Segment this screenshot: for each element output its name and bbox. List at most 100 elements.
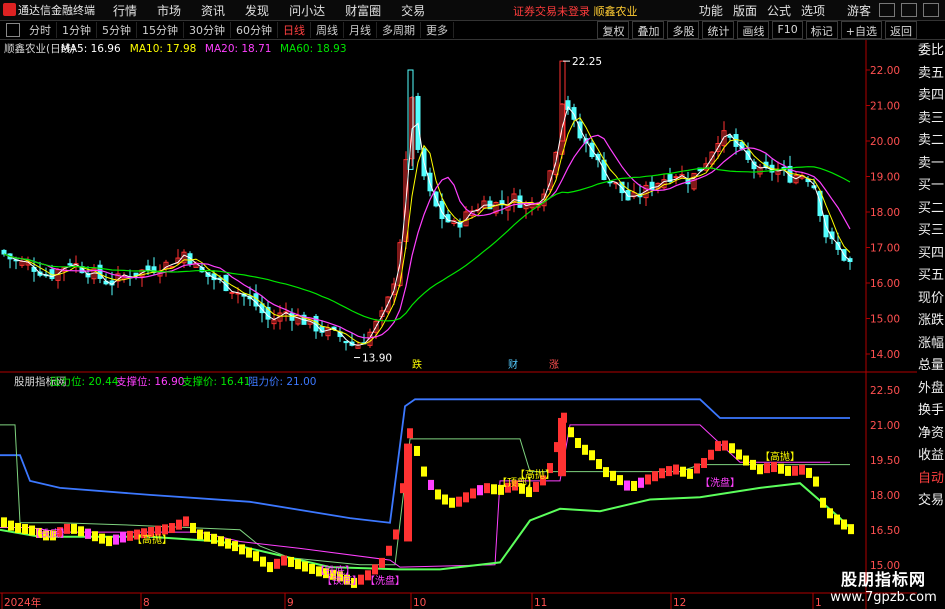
ind-block: [281, 555, 287, 566]
ind-block: [197, 529, 203, 540]
ind-block: [694, 463, 700, 474]
ind-tick-0: 22.50: [870, 385, 900, 397]
side-field-15[interactable]: 外盘: [917, 378, 945, 401]
side-field-2[interactable]: 卖四: [917, 85, 945, 108]
tool-3[interactable]: 统计: [702, 21, 735, 39]
ind-block: [239, 544, 245, 555]
top-menu-2[interactable]: 公式: [767, 2, 791, 19]
side-field-6[interactable]: 买一: [917, 175, 945, 198]
period-5[interactable]: 60分钟: [231, 22, 278, 38]
ind-block: [589, 450, 595, 461]
top-menu-1[interactable]: 版面: [733, 2, 757, 19]
side-mode-1[interactable]: 交易: [917, 490, 945, 513]
tool-8[interactable]: 返回: [885, 21, 917, 39]
ind-block: [610, 470, 616, 481]
ind-block: [414, 445, 420, 456]
tool-0[interactable]: 复权: [597, 21, 630, 39]
menu-item-0[interactable]: 行情: [113, 2, 137, 19]
tool-2[interactable]: 多股: [667, 21, 700, 39]
main-legend-4: MA60: 18.93: [280, 43, 347, 55]
period-7[interactable]: 周线: [311, 22, 344, 38]
side-field-10[interactable]: 买五: [917, 265, 945, 288]
menu-item-4[interactable]: 问小达: [289, 2, 325, 19]
ind-block: [295, 559, 301, 570]
ind-big-block-2: [558, 417, 566, 477]
ind-block: [778, 463, 784, 474]
top-right-menu: 功能 版面 公式 选项 游客: [699, 0, 945, 20]
period-3[interactable]: 15分钟: [137, 22, 184, 38]
side-mode-0[interactable]: 自动: [917, 468, 945, 491]
period-4[interactable]: 30分钟: [184, 22, 231, 38]
ind-block: [687, 468, 693, 479]
menu-item-1[interactable]: 市场: [157, 2, 181, 19]
side-field-16[interactable]: 换手: [917, 400, 945, 423]
side-field-14[interactable]: 总量: [917, 355, 945, 378]
tool-5[interactable]: F10: [772, 21, 803, 39]
side-field-5[interactable]: 卖一: [917, 153, 945, 176]
guest-label[interactable]: 游客: [847, 2, 871, 19]
ind-block: [1, 517, 7, 528]
period-10[interactable]: 更多: [421, 22, 454, 38]
side-field-7[interactable]: 买二: [917, 198, 945, 221]
ind-block: [218, 536, 224, 547]
ind-block: [729, 443, 735, 454]
ind-label-5: 【高抛】: [515, 468, 555, 481]
ind-block: [176, 519, 182, 530]
ind-block: [715, 441, 721, 452]
top-menu-0[interactable]: 功能: [699, 2, 723, 19]
side-field-8[interactable]: 买三: [917, 220, 945, 243]
ind-block: [442, 494, 448, 505]
period-1[interactable]: 1分钟: [57, 22, 97, 38]
tool-1[interactable]: 叠加: [632, 21, 665, 39]
period-2[interactable]: 5分钟: [97, 22, 137, 38]
x-label-3: 10: [413, 597, 426, 609]
trade-login-notice[interactable]: 证券交易未登录 顺鑫农业: [513, 3, 638, 19]
marker-3: 涨: [549, 359, 559, 371]
tool-7[interactable]: +自选: [840, 21, 882, 39]
side-field-13[interactable]: 涨幅: [917, 333, 945, 356]
side-field-12[interactable]: 涨跌: [917, 310, 945, 333]
ind-block: [463, 492, 469, 503]
side-field-11[interactable]: 现价: [917, 288, 945, 311]
ind-block: [99, 533, 105, 544]
menu-item-6[interactable]: 交易: [401, 2, 425, 19]
menu-item-3[interactable]: 发现: [245, 2, 269, 19]
side-field-17[interactable]: 净资: [917, 423, 945, 446]
minimize-button[interactable]: [879, 3, 895, 17]
watermark: 股朋指标网 www.7gpzb.com: [830, 570, 937, 605]
ind-block-alt: [638, 477, 644, 488]
kline-chart[interactable]: 顺鑫农业(日线)MA5: 16.96 MA10: 17.98 MA20: 18.71…: [0, 40, 917, 609]
main-tick-3: 19.00: [870, 172, 900, 184]
ind-block: [736, 449, 742, 460]
side-field-1[interactable]: 卖五: [917, 63, 945, 86]
menu-item-2[interactable]: 资讯: [201, 2, 225, 19]
period-0[interactable]: 分时: [24, 22, 57, 38]
layout-icon[interactable]: [6, 23, 20, 37]
tool-4[interactable]: 画线: [737, 21, 770, 39]
high-label: 22.25: [572, 56, 602, 68]
side-field-9[interactable]: 买四: [917, 243, 945, 266]
top-menu-3[interactable]: 选项: [801, 2, 825, 19]
side-field-3[interactable]: 卖三: [917, 108, 945, 131]
menu-item-5[interactable]: 财富圈: [345, 2, 381, 19]
ind-block: [393, 529, 399, 540]
ind-block: [15, 522, 21, 533]
maximize-button[interactable]: [901, 3, 917, 17]
ind-block-alt: [477, 485, 483, 496]
ind-block: [708, 449, 714, 460]
side-field-4[interactable]: 卖二: [917, 130, 945, 153]
ind-block-alt: [85, 528, 91, 539]
ind-block: [204, 531, 210, 542]
period-8[interactable]: 月线: [344, 22, 377, 38]
ind-tick-1: 21.00: [870, 420, 900, 432]
side-field-18[interactable]: 收益: [917, 445, 945, 468]
ind-label-3: 【洗盘】: [700, 476, 740, 489]
period-9[interactable]: 多周期: [377, 22, 421, 38]
period-6[interactable]: 日线: [278, 22, 311, 38]
side-field-0[interactable]: 委比: [917, 40, 945, 63]
candle-body: [343, 340, 349, 344]
period-toolbar: 分时 1分钟 5分钟 15分钟 30分钟 60分钟 日线 周线 月线 多周期 更多 复权 叠加 多股 统计画…: [0, 21, 945, 40]
title-bar: 通达信金融终端 行情 市场 资讯 发现 问小达 财富圈 交易 证券交易未登录 顺鑫农业 功能…: [0, 0, 945, 21]
close-button[interactable]: [923, 3, 939, 17]
tool-6[interactable]: 标记: [805, 21, 838, 39]
